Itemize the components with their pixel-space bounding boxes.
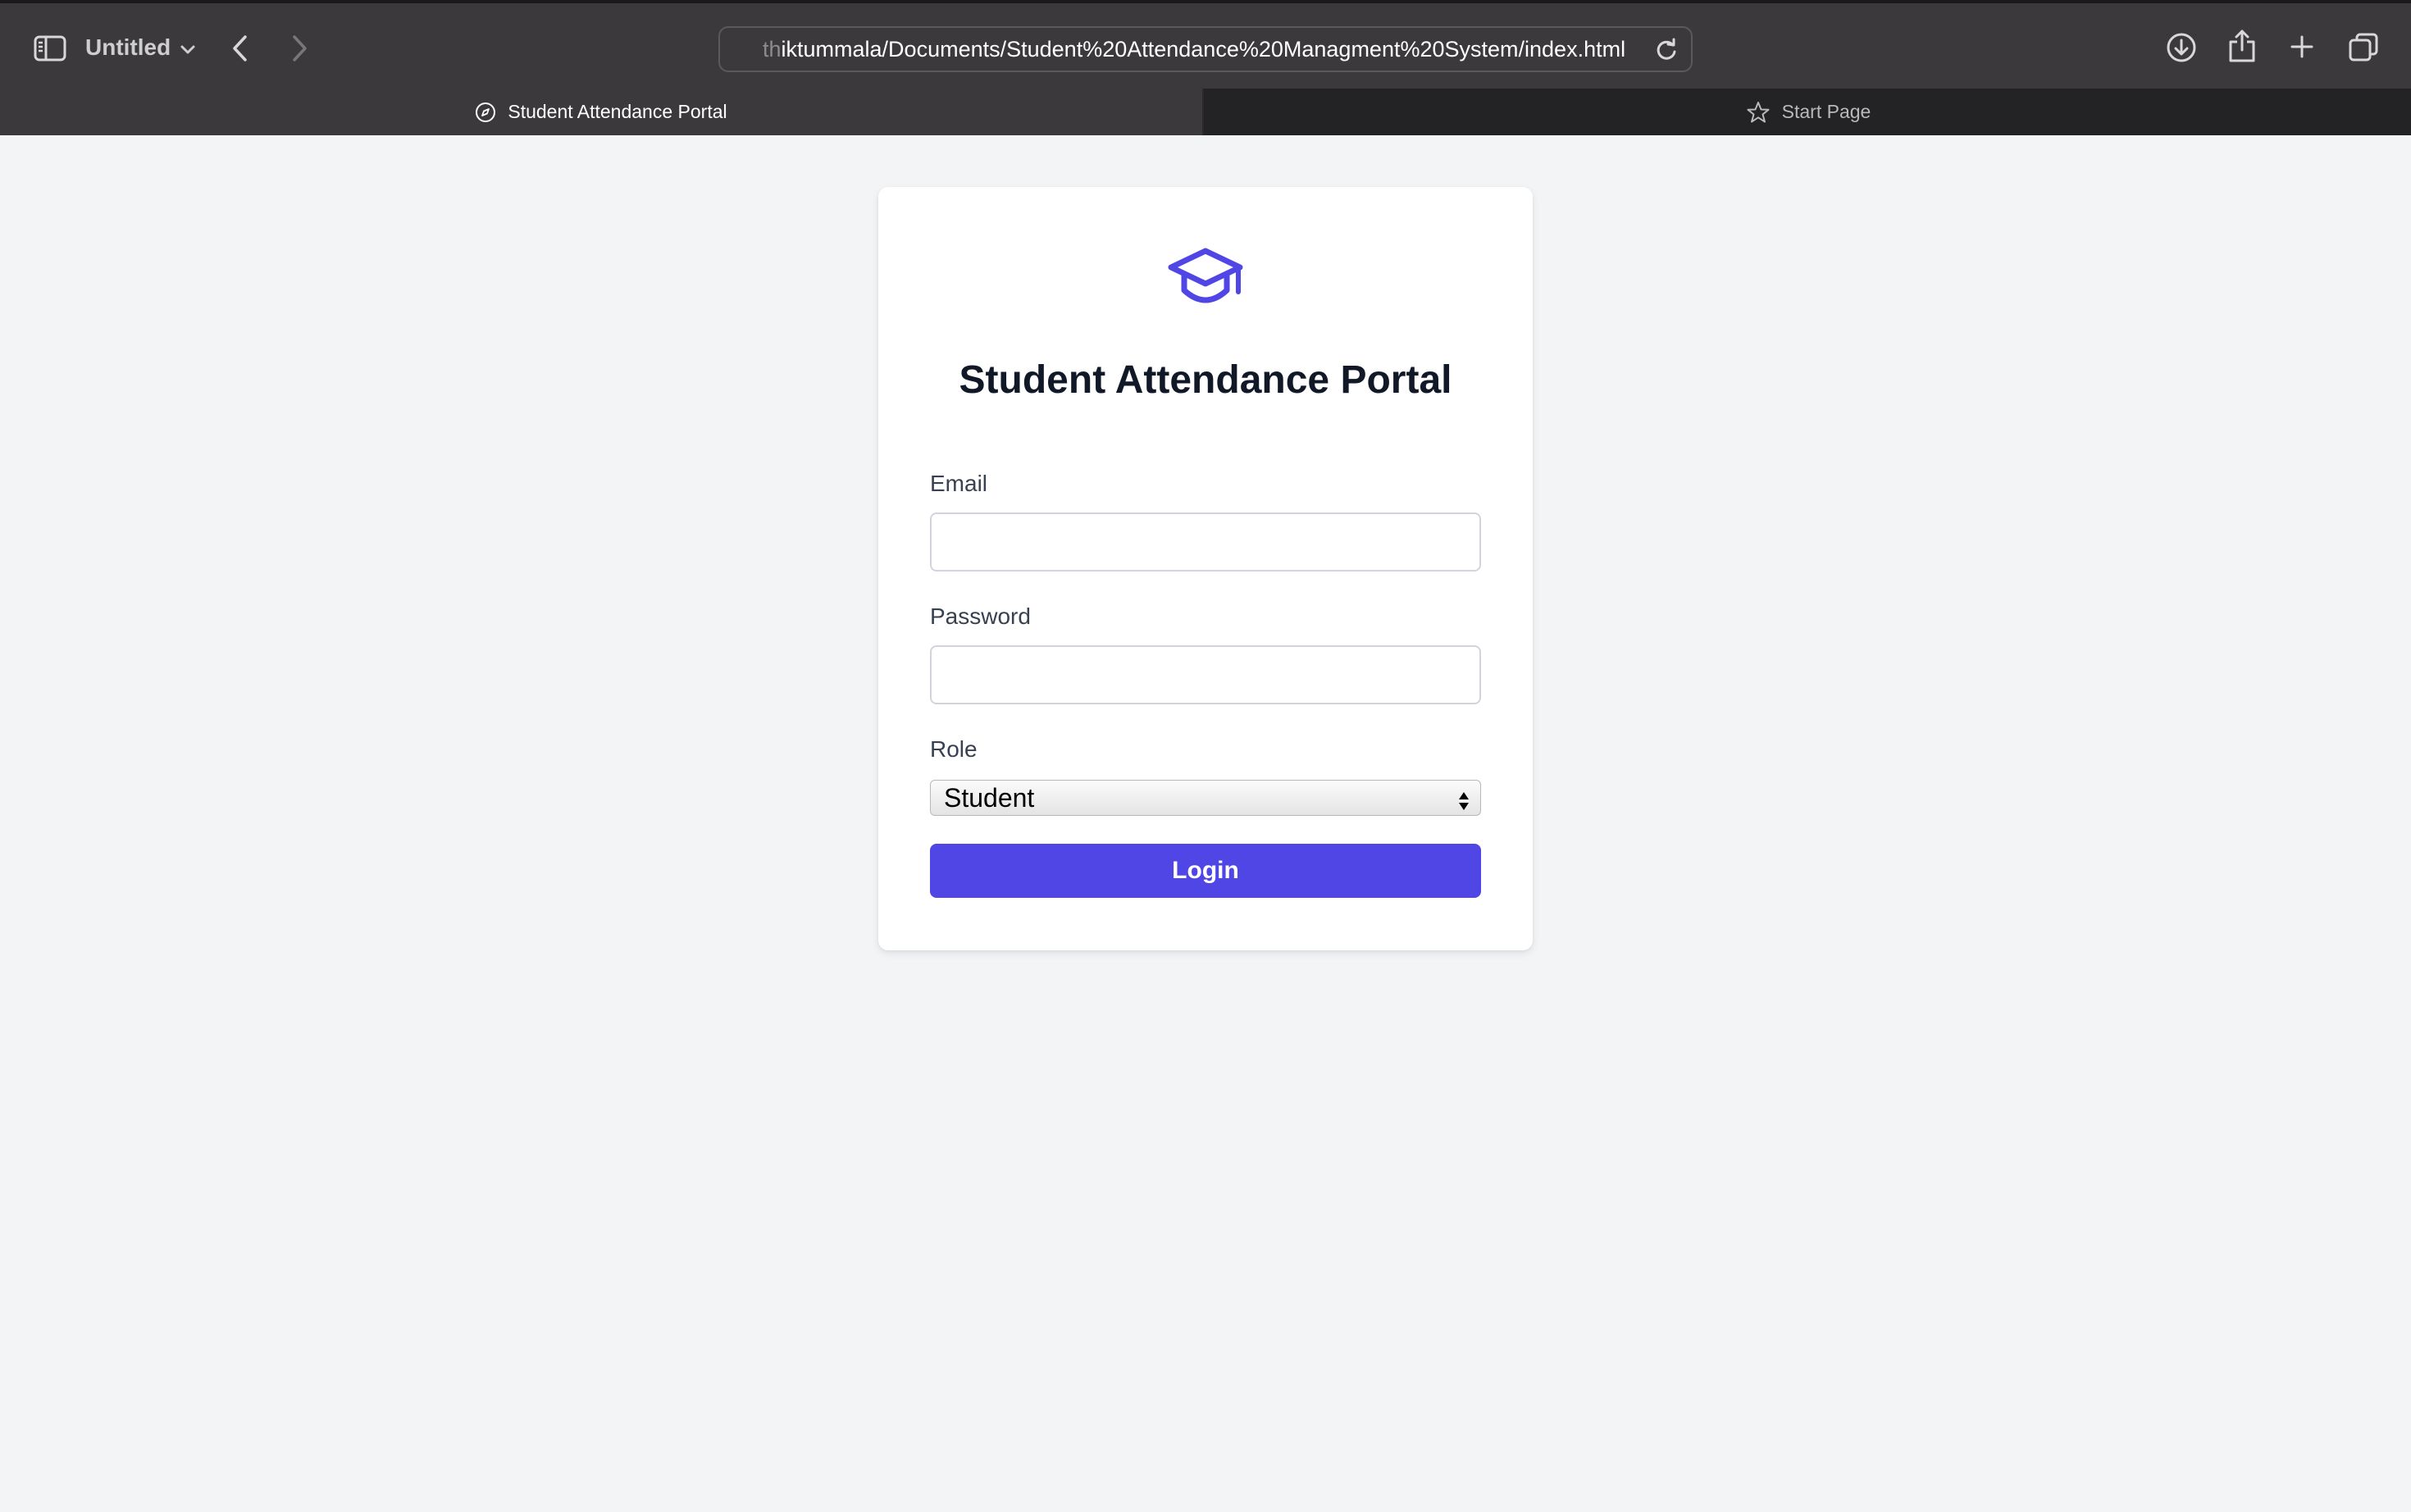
plus-icon — [2290, 34, 2314, 59]
graduation-cap-icon — [1166, 246, 1245, 310]
sidebar-toggle-button[interactable] — [31, 33, 69, 64]
window-title-menu[interactable]: Untitled — [85, 31, 195, 64]
url-text: iktummala/Documents/Student%20Attendance… — [781, 36, 1626, 61]
select-arrows-icon — [1457, 788, 1470, 810]
browser-toolbar: Untitled th iktummala/Documents/Student%2… — [0, 0, 2411, 89]
sidebar-icon — [34, 35, 66, 61]
role-select[interactable]: Student — [930, 780, 1481, 816]
star-icon — [1746, 101, 1771, 124]
share-button[interactable] — [2227, 28, 2257, 64]
tab-label: Start Page — [1781, 101, 1871, 122]
download-icon — [2166, 32, 2197, 63]
login-button[interactable]: Login — [930, 844, 1481, 898]
tab-label: Student Attendance Portal — [508, 101, 727, 122]
login-card: Student Attendance Portal Email Password… — [878, 187, 1533, 950]
email-field[interactable] — [930, 512, 1481, 572]
chevron-down-icon — [180, 34, 195, 61]
tab-student-attendance-portal[interactable]: Student Attendance Portal — [0, 89, 1204, 135]
email-label: Email — [930, 471, 988, 496]
share-icon — [2228, 29, 2256, 63]
tab-start-page[interactable]: Start Page — [1206, 89, 2411, 135]
tabs-overview-icon — [2348, 32, 2379, 63]
forward-button[interactable] — [287, 33, 312, 64]
tab-bar: Student Attendance Portal Start Page — [0, 89, 2411, 135]
address-bar[interactable]: th iktummala/Documents/Student%20Attendan… — [718, 26, 1693, 72]
tab-overview-button[interactable] — [2347, 31, 2380, 64]
downloads-button[interactable] — [2165, 31, 2198, 64]
page-title: Student Attendance Portal — [959, 358, 1452, 402]
window-title: Untitled — [85, 34, 171, 60]
back-icon — [231, 34, 249, 62]
password-field[interactable] — [930, 645, 1481, 704]
url-prefix: th — [763, 36, 782, 61]
password-label: Password — [930, 603, 1031, 629]
reload-icon[interactable] — [1653, 37, 1679, 63]
forward-icon — [290, 34, 308, 62]
compass-icon — [475, 102, 496, 123]
role-label: Role — [930, 736, 978, 762]
role-selected-value: Student — [944, 782, 1035, 813]
back-button[interactable] — [228, 33, 253, 64]
new-tab-button[interactable] — [2288, 33, 2316, 61]
